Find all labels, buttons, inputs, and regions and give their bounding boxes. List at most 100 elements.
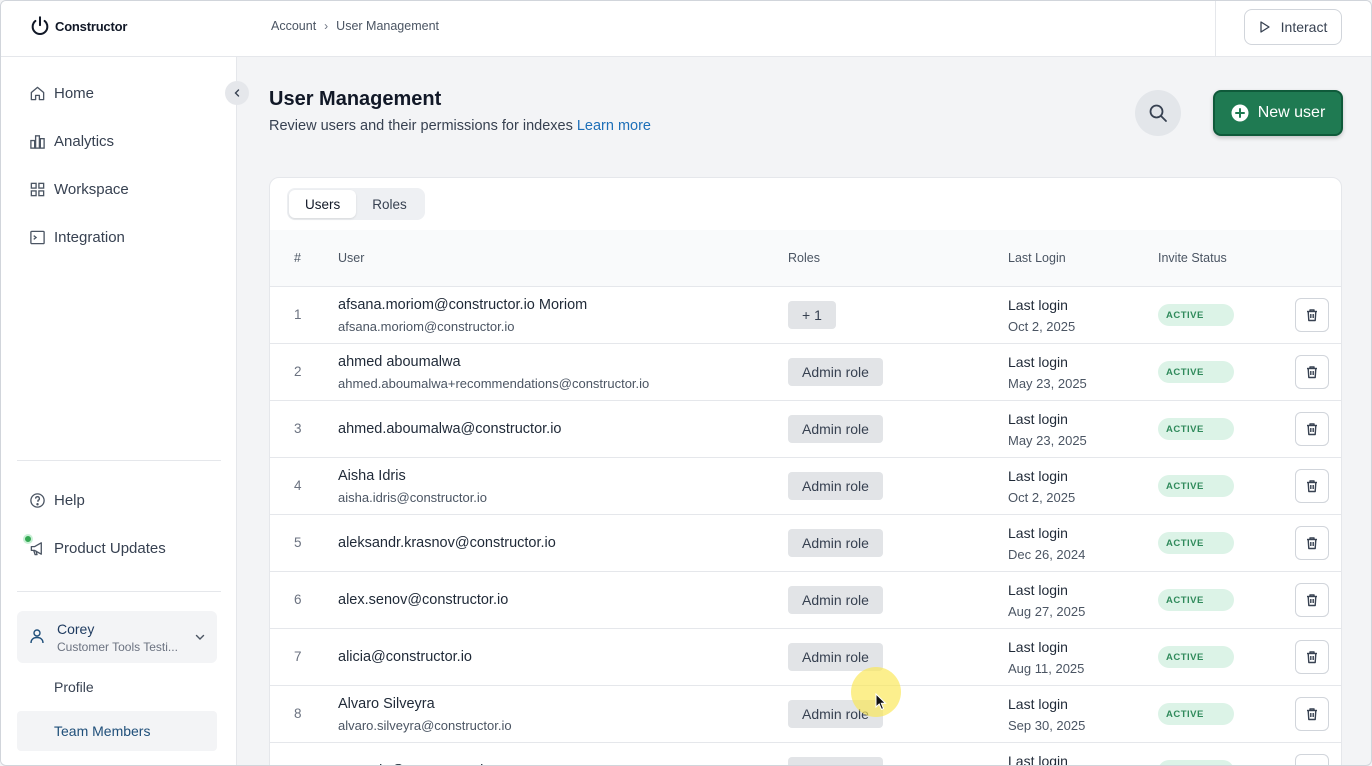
- interact-button[interactable]: Interact: [1244, 9, 1342, 45]
- users-card: Users Roles # User Roles Last Login Invi…: [269, 177, 1342, 765]
- status-badge: ACTIVE: [1158, 361, 1234, 383]
- sidebar-item-team-members[interactable]: Team Members: [17, 711, 217, 751]
- row-number: 6: [294, 592, 302, 607]
- sidebar-item-help[interactable]: Help: [29, 492, 85, 509]
- role-badge[interactable]: Admin role: [788, 529, 883, 557]
- delete-user-button[interactable]: [1295, 412, 1329, 446]
- home-icon: [30, 86, 45, 101]
- tab-users[interactable]: Users: [289, 190, 357, 218]
- collapse-sidebar-button[interactable]: [225, 81, 249, 105]
- table-row[interactable]: 5 aleksandr.krasnov@constructor.io Admin r…: [270, 515, 1341, 572]
- table-row[interactable]: 7 alicia@constructor.io Admin role Last log…: [270, 629, 1341, 686]
- search-icon: [1149, 104, 1167, 122]
- status-badge: ACTIVE: [1158, 304, 1234, 326]
- user-name-cell: ahmed.aboumalwa@constructor.io: [338, 421, 562, 437]
- sidebar-item-analytics[interactable]: Analytics: [29, 133, 114, 150]
- breadcrumb-current: User Management: [336, 19, 439, 33]
- status-badge: ACTIVE: [1158, 532, 1234, 554]
- divider: [1215, 1, 1216, 57]
- role-badge[interactable]: Admin role: [788, 472, 883, 500]
- last-login-label: Last login: [1008, 354, 1068, 370]
- sidebar-item-label: Integration: [54, 229, 125, 246]
- user-switcher[interactable]: Corey Customer Tools Testi...: [17, 611, 217, 663]
- user-name-cell: ahmed aboumalwa: [338, 354, 461, 370]
- table-row[interactable]: 4 Aisha Idris aisha.idris@constructor.io Ad…: [270, 458, 1341, 515]
- new-user-button[interactable]: New user: [1213, 90, 1343, 136]
- table-row[interactable]: 3 ahmed.aboumalwa@constructor.io Admin rol…: [270, 401, 1341, 458]
- last-login-date: Dec 26, 2024: [1008, 547, 1086, 562]
- table-row[interactable]: 9amanda@constructor.ioAdmin roleLast log…: [270, 743, 1341, 765]
- sidebar-item-label: Help: [54, 492, 85, 509]
- status-badge: ACTIVE: [1158, 589, 1234, 611]
- trash-icon: [1307, 480, 1317, 493]
- logo[interactable]: Constructor: [29, 15, 127, 37]
- sidebar-item-product-updates[interactable]: Product Updates: [29, 540, 166, 557]
- role-badge[interactable]: Admin role: [788, 415, 883, 443]
- row-number: 5: [294, 535, 302, 550]
- role-badge[interactable]: Admin role: [788, 757, 883, 765]
- help-icon: [30, 493, 45, 508]
- sidebar-item-label: Profile: [54, 679, 94, 695]
- status-badge: ACTIVE: [1158, 418, 1234, 440]
- trash-icon: [1307, 309, 1317, 322]
- chevron-right-icon: ›: [324, 19, 329, 33]
- delete-user-button[interactable]: [1295, 754, 1329, 765]
- role-badge[interactable]: Admin role: [788, 358, 883, 386]
- delete-user-button[interactable]: [1295, 583, 1329, 617]
- megaphone-icon: [30, 542, 42, 556]
- interact-label: Interact: [1280, 19, 1328, 35]
- delete-user-button[interactable]: [1295, 298, 1329, 332]
- power-logo-icon: [31, 16, 49, 35]
- row-number: 4: [294, 478, 302, 493]
- last-login-date: May 23, 2025: [1008, 433, 1087, 448]
- delete-user-button[interactable]: [1295, 355, 1329, 389]
- plus-circle-icon: [1231, 104, 1249, 122]
- search-button[interactable]: [1135, 90, 1181, 136]
- role-badge[interactable]: + 1: [788, 301, 836, 329]
- delete-user-button[interactable]: [1295, 640, 1329, 674]
- delete-user-button[interactable]: [1295, 526, 1329, 560]
- last-login-label: Last login: [1008, 297, 1068, 313]
- user-email-cell: ahmed.aboumalwa+recommendations@construc…: [338, 376, 650, 391]
- trash-icon: [1307, 366, 1317, 379]
- sidebar-item-profile[interactable]: Profile: [17, 667, 217, 707]
- column-header-invite-status: Invite Status: [1158, 251, 1227, 265]
- table-row[interactable]: 6 alex.senov@constructor.io Admin role Last…: [270, 572, 1341, 629]
- role-badge[interactable]: Admin role: [788, 586, 883, 614]
- user-email-cell: alvaro.silveyra@constructor.io: [338, 718, 512, 733]
- user-email-cell: afsana.moriom@constructor.io: [338, 319, 515, 334]
- sidebar-item-label: Home: [54, 85, 95, 102]
- learn-more-link[interactable]: Learn more: [577, 118, 651, 134]
- column-header-number: #: [294, 251, 301, 265]
- last-login-date: Oct 2, 2025: [1008, 319, 1076, 334]
- tab-roles[interactable]: Roles: [356, 190, 423, 218]
- table-row[interactable]: 2 ahmed aboumalwa ahmed.aboumalwa+recommen…: [270, 344, 1341, 401]
- sidebar-item-label: Workspace: [54, 181, 129, 198]
- sidebar-item-workspace[interactable]: Workspace: [29, 181, 129, 198]
- trash-icon: [1307, 651, 1317, 664]
- sidebar-item-label: Analytics: [54, 133, 115, 150]
- logo-text: Constructor: [55, 18, 128, 34]
- role-badge[interactable]: Admin role: [788, 643, 883, 671]
- user-name-cell: afsana.moriom@constructor.io Moriom: [338, 297, 588, 313]
- last-login-date: May 23, 2025: [1008, 376, 1087, 391]
- last-login-label: Last login: [1008, 525, 1068, 541]
- sidebar-divider: [17, 460, 221, 461]
- table-row[interactable]: 8 Alvaro Silveyra alvaro.silveyra@construc…: [270, 686, 1341, 743]
- row-number: 3: [294, 421, 302, 436]
- breadcrumb-account[interactable]: Account: [271, 19, 316, 33]
- row-number: 1: [294, 307, 302, 322]
- page-title: User Management: [269, 88, 442, 110]
- notification-dot: [23, 534, 33, 544]
- column-header-roles: Roles: [788, 251, 820, 265]
- analytics-icon: [30, 135, 45, 149]
- delete-user-button[interactable]: [1295, 697, 1329, 731]
- table-row[interactable]: 1 afsana.moriom@constructor.io Moriom afsa…: [270, 287, 1341, 344]
- table-header: # User Roles Last Login Invite Status: [270, 230, 1341, 287]
- last-login-label: Last login: [1008, 696, 1068, 712]
- sidebar-item-integration[interactable]: Integration: [29, 229, 125, 246]
- last-login-label: Last login: [1008, 639, 1068, 655]
- delete-user-button[interactable]: [1295, 469, 1329, 503]
- breadcrumb: Account › User Management: [271, 19, 439, 33]
- sidebar-item-home[interactable]: Home: [29, 85, 94, 102]
